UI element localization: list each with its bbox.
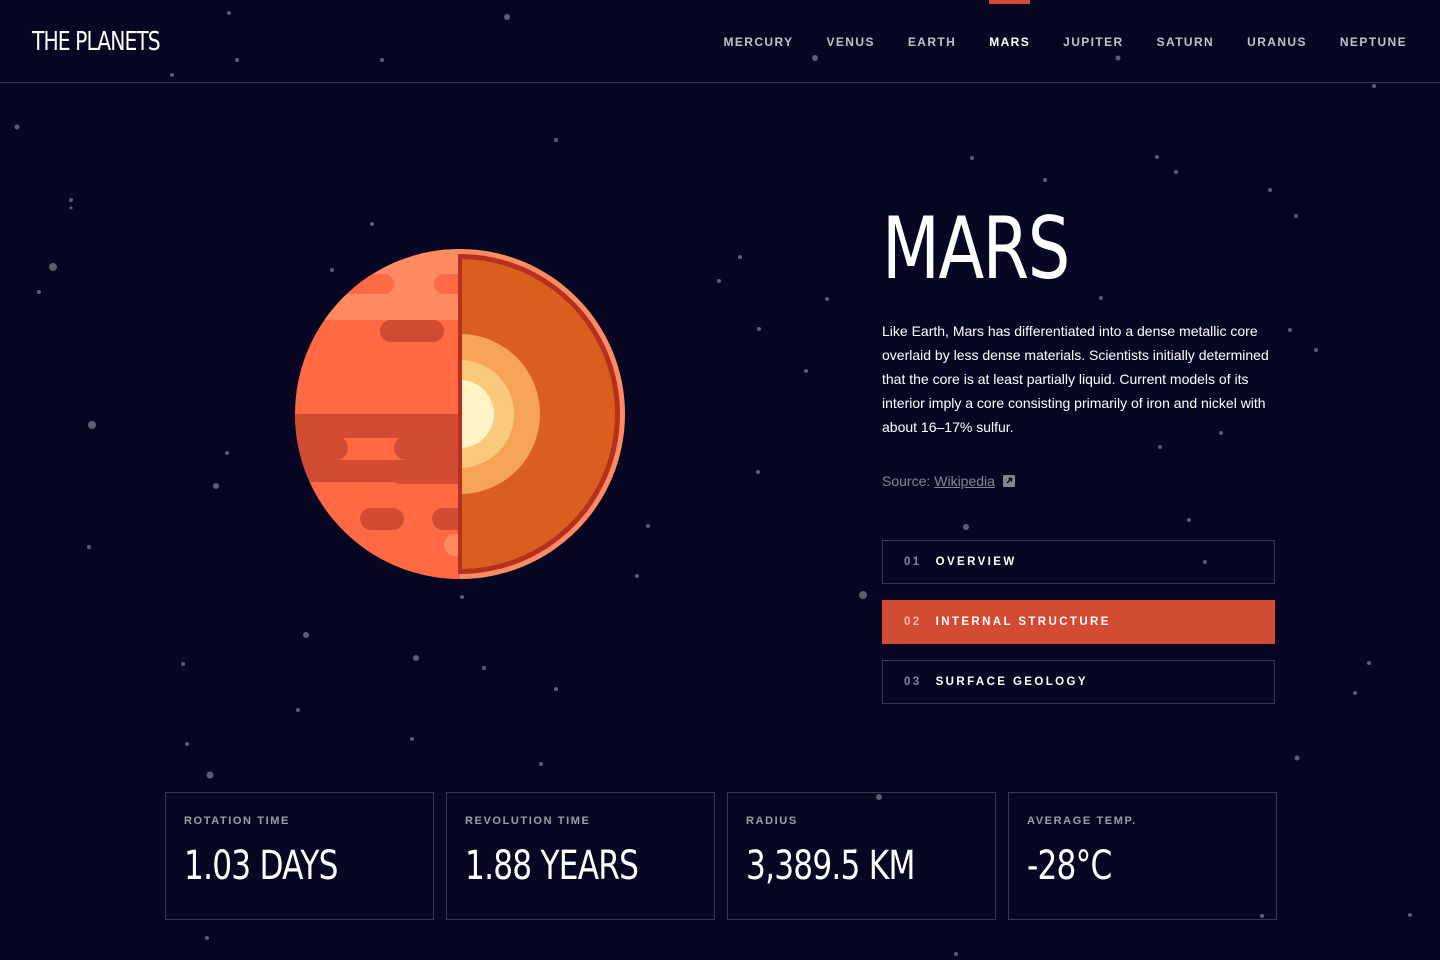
nav-item-uranus[interactable]: URANUS [1247, 0, 1307, 83]
stat-card-revolution: REVOLUTION TIME 1.88 YEARS [446, 792, 715, 920]
stat-label: AVERAGE TEMP. [1027, 815, 1137, 827]
tab-overview[interactable]: 01 OVERVIEW [882, 540, 1275, 584]
tab-internal-structure[interactable]: 02 INTERNAL STRUCTURE [882, 600, 1275, 644]
nav-item-jupiter[interactable]: JUPITER [1063, 0, 1123, 83]
planet-description: Like Earth, Mars has differentiated into… [882, 323, 1269, 435]
page: THE PLANETS MERCURY VENUS EARTH MARS JUP… [0, 0, 1440, 960]
source-link[interactable]: Wikipedia [934, 473, 995, 489]
planet-info: MARS Like Earth, Mars has differentiated… [882, 204, 1275, 489]
tab-surface-geology[interactable]: 03 SURFACE GEOLOGY [882, 660, 1275, 704]
nav-active-indicator [908, 0, 956, 4]
stat-value: 1.03 DAYS [184, 843, 338, 889]
nav-active-indicator [723, 0, 793, 4]
tab-label: SURFACE GEOLOGY [935, 676, 1088, 688]
nav-item-venus[interactable]: VENUS [827, 0, 875, 83]
external-link-icon[interactable] [1002, 475, 1015, 487]
stat-value: -28°C [1027, 843, 1112, 889]
planet-stats: ROTATION TIME 1.03 DAYS REVOLUTION TIME … [165, 792, 1277, 920]
tab-number: 01 [904, 556, 922, 568]
nav-item-label: EARTH [907, 34, 957, 49]
planet-nav: MERCURY VENUS EARTH MARS JUPITER SATURN … [690, 0, 1407, 83]
content-tabs: 01 OVERVIEW 02 INTERNAL STRUCTURE 03 SUR… [882, 540, 1275, 720]
nav-item-label: URANUS [1247, 34, 1307, 49]
site-logo[interactable]: THE PLANETS [32, 27, 161, 57]
nav-active-indicator [1247, 0, 1307, 4]
planet-divider [458, 254, 462, 574]
nav-item-saturn[interactable]: SATURN [1157, 0, 1215, 83]
stat-label: REVOLUTION TIME [465, 815, 591, 827]
site-header: THE PLANETS MERCURY VENUS EARTH MARS JUP… [0, 0, 1440, 83]
nav-active-indicator [989, 0, 1031, 4]
tab-label: OVERVIEW [935, 556, 1017, 568]
nav-item-mars[interactable]: MARS [989, 0, 1031, 83]
stat-card-radius: RADIUS 3,389.5 KM [727, 792, 996, 920]
tab-label: INTERNAL STRUCTURE [935, 616, 1111, 628]
stat-label: RADIUS [746, 815, 798, 827]
source-line: Source: Wikipedia [882, 473, 1275, 489]
nav-item-label: MARS [989, 34, 1031, 49]
planet-title: MARS [882, 199, 1070, 299]
nav-item-label: JUPITER [1063, 34, 1124, 49]
nav-active-indicator [1340, 0, 1407, 4]
mars-internal-structure-image [295, 249, 625, 579]
nav-active-indicator [1157, 0, 1215, 4]
nav-item-mercury[interactable]: MERCURY [723, 0, 793, 83]
stat-card-rotation: ROTATION TIME 1.03 DAYS [165, 792, 434, 920]
stat-label: ROTATION TIME [184, 815, 290, 827]
nav-item-label: SATURN [1156, 34, 1215, 49]
planet-illustration [294, 248, 626, 580]
source-label: Source: [882, 473, 931, 489]
stat-value: 3,389.5 KM [746, 843, 915, 889]
nav-active-indicator [827, 0, 875, 4]
tab-number: 03 [904, 676, 922, 688]
nav-item-label: NEPTUNE [1339, 34, 1407, 49]
tab-number: 02 [904, 616, 922, 628]
nav-item-neptune[interactable]: NEPTUNE [1340, 0, 1407, 83]
nav-item-label: MERCURY [723, 34, 794, 49]
nav-item-earth[interactable]: EARTH [908, 0, 956, 83]
stat-value: 1.88 YEARS [465, 843, 639, 889]
nav-item-label: VENUS [826, 34, 875, 49]
nav-active-indicator [1063, 0, 1123, 4]
stat-card-temperature: AVERAGE TEMP. -28°C [1008, 792, 1277, 920]
